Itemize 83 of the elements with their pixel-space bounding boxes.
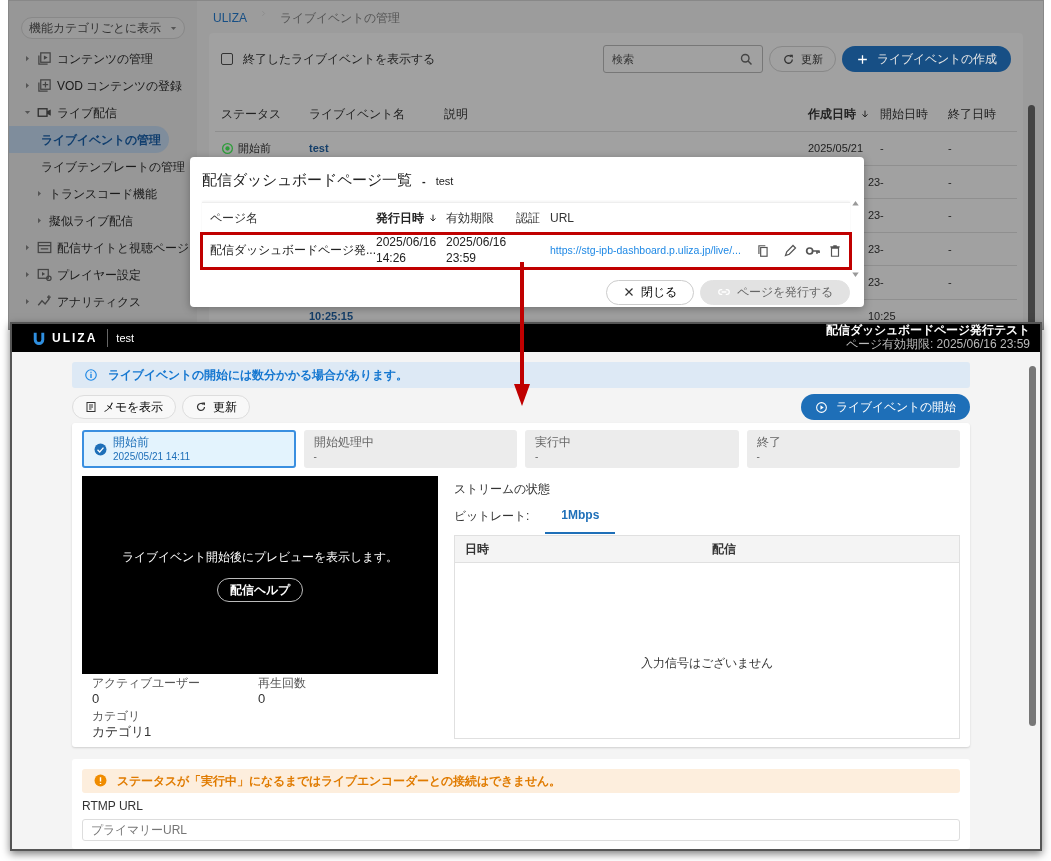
table-cell: - bbox=[948, 242, 952, 255]
sidebar-item[interactable]: VOD コンテンツの登録 bbox=[9, 72, 191, 99]
table-cell: 配信ダッシュボードページ発... bbox=[210, 242, 376, 259]
table-cell: - bbox=[880, 209, 884, 221]
column-header[interactable]: 開始日時 bbox=[880, 105, 928, 123]
preview-message: ライブイベント開始後にプレビューを表示します。 bbox=[122, 549, 398, 566]
sidebar-item[interactable]: ライブ配信 bbox=[9, 99, 169, 126]
refresh-button[interactable]: 更新 bbox=[182, 395, 250, 419]
table-cell: 10:25 bbox=[868, 309, 896, 322]
warning-text: ステータスが「実行中」になるまではライブエンコーダーとの接続はできません。 bbox=[117, 772, 561, 790]
column-header[interactable]: 終了日時 bbox=[948, 105, 996, 123]
input-field[interactable]: プライマリーURL bbox=[82, 818, 960, 841]
step-time: - bbox=[535, 450, 540, 465]
sidebar-item[interactable]: プレイヤー設定 bbox=[9, 261, 169, 288]
column-header[interactable]: ライブイベント名 bbox=[309, 105, 405, 123]
checkbox-label: 終了したライブイベントを表示する bbox=[243, 51, 435, 68]
event-link[interactable]: 10:25:15 bbox=[309, 309, 354, 322]
column-header[interactable]: ページ名 bbox=[210, 209, 258, 227]
breadcrumb-item: ライブイベントの管理 bbox=[280, 10, 400, 27]
event-name: test bbox=[435, 174, 454, 189]
breadcrumb-item[interactable]: ULIZA bbox=[213, 9, 247, 27]
stat-value: 0 bbox=[92, 691, 101, 708]
step-time: 2025/05/21 14:11 bbox=[113, 450, 191, 465]
url-link[interactable]: https://stg-ipb-dashboard.p.uliza.jp/live/... bbox=[550, 243, 741, 258]
column-header[interactable]: 説明 bbox=[444, 105, 468, 123]
column-header[interactable]: 発行日時 bbox=[376, 209, 424, 227]
stat-value: 0 bbox=[258, 691, 267, 708]
page-title: 配信ダッシュボードページ発行テスト bbox=[826, 324, 1030, 338]
sidebar-item[interactable]: トランスコード機能 bbox=[9, 180, 169, 207]
create-button[interactable]: ライブイベントの作成 bbox=[842, 46, 1011, 72]
field-label: RTMP URL bbox=[82, 797, 144, 815]
step-time: - bbox=[313, 450, 318, 465]
separator-text: - bbox=[422, 174, 426, 189]
table-cell-text: 2025/06/16 14:26 bbox=[376, 234, 438, 267]
stat-label: カテゴリ bbox=[92, 709, 141, 725]
sidebar-item[interactable]: 配信サイトと視聴ページ bbox=[9, 234, 197, 261]
step-label: 終了 bbox=[756, 433, 781, 451]
stat-value: カテゴリ1 bbox=[92, 724, 153, 741]
column-header[interactable]: 認証 bbox=[516, 209, 540, 227]
table-cell: - bbox=[948, 276, 952, 288]
search-field[interactable]: 検索 bbox=[603, 45, 763, 73]
sidebar-item[interactable]: 擬似ライブ配信 bbox=[9, 207, 169, 234]
table-cell: - bbox=[948, 209, 952, 221]
column-header[interactable]: 有効期限 bbox=[446, 209, 494, 227]
event-link[interactable]: test bbox=[309, 142, 329, 154]
table-cell: - bbox=[880, 142, 884, 154]
sidebar-item[interactable]: ライブイベントの管理 bbox=[9, 126, 169, 153]
step-label: 実行中 bbox=[535, 433, 571, 451]
dialog-title: 配信ダッシュボードページ一覧 bbox=[202, 170, 412, 190]
step-label: 開始前 bbox=[113, 433, 150, 451]
start-button[interactable]: ライブイベントの開始 bbox=[801, 394, 970, 420]
column-header: 日時 bbox=[465, 541, 490, 558]
expiry-text: ページ有効期限: 2025/06/16 23:59 bbox=[844, 338, 1030, 352]
stat-label: 再生回数 bbox=[258, 676, 307, 691]
column-header: 配信 bbox=[712, 541, 737, 558]
table-cell: - bbox=[948, 175, 952, 188]
table-cell: - bbox=[948, 142, 952, 154]
refresh-button[interactable]: 更新 bbox=[769, 46, 836, 72]
info-text: ライブイベントの開始には数分かかる場合があります。 bbox=[108, 367, 408, 384]
memo-button[interactable]: メモを表示 bbox=[72, 395, 176, 419]
sidebar-item[interactable]: ライブテンプレートの管理 bbox=[9, 153, 193, 180]
table-cell: 2025/05/21 bbox=[808, 142, 864, 154]
sidebar-item[interactable]: コンテンツの管理 bbox=[9, 45, 169, 72]
table-cell-text: 2025/06/16 23:59 bbox=[446, 234, 508, 267]
view-select[interactable]: 機能カテゴリごとに表示 bbox=[21, 17, 185, 39]
step-time: - bbox=[756, 450, 761, 465]
status-text: 開始前 bbox=[238, 141, 271, 156]
close-button[interactable]: 閉じる bbox=[606, 279, 694, 305]
empty-message: 入力信号はございません bbox=[641, 654, 773, 672]
column-header[interactable]: ステータス bbox=[221, 105, 281, 123]
section-title: ストリームの状態 bbox=[454, 481, 551, 498]
sidebar-item[interactable]: アナリティクス bbox=[9, 288, 169, 315]
column-header[interactable]: URL bbox=[550, 209, 574, 227]
step-label: 開始処理中 bbox=[313, 433, 374, 451]
table-cell: - bbox=[880, 276, 884, 288]
bitrate-label: ビットレート: bbox=[454, 508, 530, 525]
logo-text: ULIZA bbox=[52, 330, 98, 347]
stat-label: アクティブユーザー bbox=[92, 676, 201, 691]
table-cell: - bbox=[880, 242, 884, 255]
column-header[interactable]: 作成日時 bbox=[808, 105, 856, 123]
bitrate-tab[interactable]: 1Mbps bbox=[545, 498, 616, 534]
event-name: test bbox=[116, 330, 135, 346]
table-cell: - bbox=[880, 175, 884, 188]
